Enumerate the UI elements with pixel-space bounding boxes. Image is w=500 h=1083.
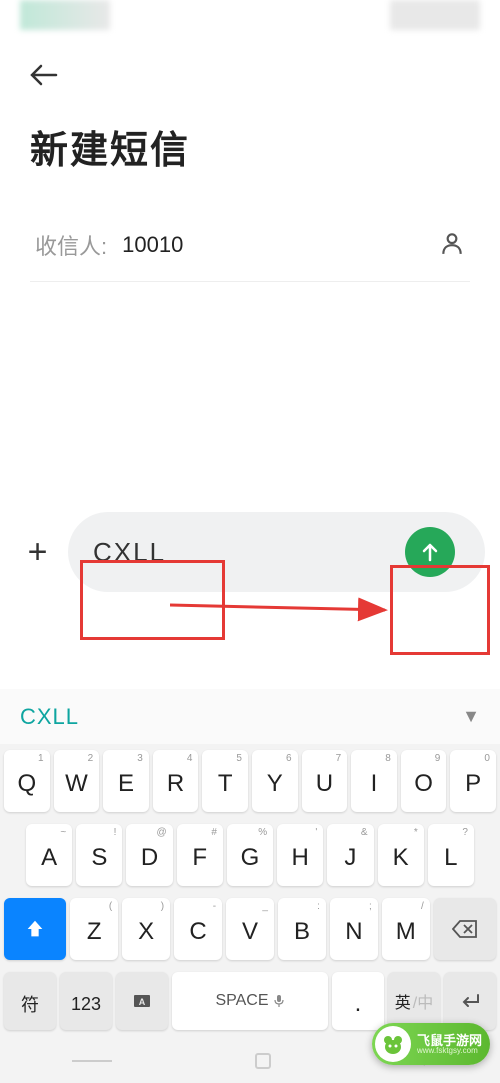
key-t[interactable]: 5T — [202, 750, 248, 812]
annotation-arrow — [170, 590, 420, 630]
shift-key[interactable] — [4, 898, 66, 960]
keyboard-row-3: (Z)X-C_V:B;N/M — [0, 892, 500, 966]
arrow-left-icon — [30, 64, 58, 86]
key-q[interactable]: 1Q — [4, 750, 50, 812]
svg-text:A: A — [139, 997, 146, 1007]
contacts-button[interactable] — [439, 230, 465, 261]
back-row — [0, 40, 500, 109]
arrow-up-icon — [418, 540, 442, 564]
period-key[interactable]: . — [332, 972, 384, 1030]
candidate-row: CXLL ▼ — [0, 689, 500, 744]
watermark-url: www.fsktgsy.com — [417, 1047, 482, 1055]
candidate-text[interactable]: CXLL — [20, 704, 79, 730]
attach-button[interactable]: + — [15, 530, 60, 575]
symbol-key[interactable]: 符 — [4, 972, 56, 1030]
key-b[interactable]: :B — [278, 898, 326, 960]
send-button[interactable] — [405, 527, 455, 577]
key-g[interactable]: %G — [227, 824, 273, 886]
recipient-label: 收信人: — [35, 229, 107, 261]
message-text: CXLL — [93, 537, 166, 568]
key-r[interactable]: 4R — [153, 750, 199, 812]
key-u[interactable]: 7U — [302, 750, 348, 812]
key-m[interactable]: /M — [382, 898, 430, 960]
shift-icon — [24, 918, 46, 940]
keyboard-row-2: ~A!S@D#F%G'H&J*K?L — [0, 818, 500, 892]
candidate-expand-button[interactable]: ▼ — [462, 706, 480, 727]
key-j[interactable]: &J — [327, 824, 373, 886]
message-input[interactable]: CXLL — [68, 512, 485, 592]
status-left-blur — [20, 0, 110, 30]
recipient-input[interactable]: 10010 — [122, 232, 439, 258]
page-title: 新建短信 — [30, 119, 470, 174]
key-h[interactable]: 'H — [277, 824, 323, 886]
back-button[interactable] — [30, 60, 58, 93]
key-x[interactable]: )X — [122, 898, 170, 960]
status-right-blur — [390, 0, 480, 30]
watermark: 飞鼠手游网 www.fsktgsy.com — [372, 1023, 490, 1065]
key-v[interactable]: _V — [226, 898, 274, 960]
recipient-row: 收信人: 10010 — [30, 204, 470, 282]
nav-recents[interactable] — [72, 1060, 112, 1062]
key-n[interactable]: ;N — [330, 898, 378, 960]
keyboard-icon: A — [132, 991, 152, 1011]
nav-home[interactable] — [255, 1053, 271, 1069]
key-s[interactable]: !S — [76, 824, 122, 886]
key-i[interactable]: 8I — [351, 750, 397, 812]
title-row: 新建短信 — [0, 109, 500, 204]
message-area — [0, 282, 500, 512]
watermark-logo — [375, 1026, 411, 1062]
keyboard-mode-key[interactable]: A — [116, 972, 168, 1030]
key-a[interactable]: ~A — [26, 824, 72, 886]
key-c[interactable]: -C — [174, 898, 222, 960]
key-f[interactable]: #F — [177, 824, 223, 886]
person-icon — [439, 230, 465, 256]
enter-key[interactable] — [444, 972, 496, 1030]
key-y[interactable]: 6Y — [252, 750, 298, 812]
keyboard-row-1: 1Q2W3E4R5T6Y7U8I9O0P — [0, 744, 500, 818]
key-k[interactable]: *K — [378, 824, 424, 886]
key-w[interactable]: 2W — [54, 750, 100, 812]
language-key[interactable]: 英 /中 — [388, 972, 440, 1030]
key-o[interactable]: 9O — [401, 750, 447, 812]
backspace-key[interactable] — [434, 898, 496, 960]
status-bar — [0, 0, 500, 40]
mic-icon — [273, 994, 285, 1008]
space-key[interactable]: SPACE — [172, 972, 328, 1030]
enter-icon — [459, 992, 481, 1010]
mouse-icon — [380, 1031, 406, 1057]
compose-row: + CXLL — [0, 512, 500, 592]
key-z[interactable]: (Z — [70, 898, 118, 960]
key-l[interactable]: ?L — [428, 824, 474, 886]
key-p[interactable]: 0P — [450, 750, 496, 812]
number-key[interactable]: 123 — [60, 972, 112, 1030]
key-d[interactable]: @D — [126, 824, 172, 886]
watermark-title: 飞鼠手游网 — [417, 1034, 482, 1047]
key-e[interactable]: 3E — [103, 750, 149, 812]
backspace-icon — [452, 919, 478, 939]
